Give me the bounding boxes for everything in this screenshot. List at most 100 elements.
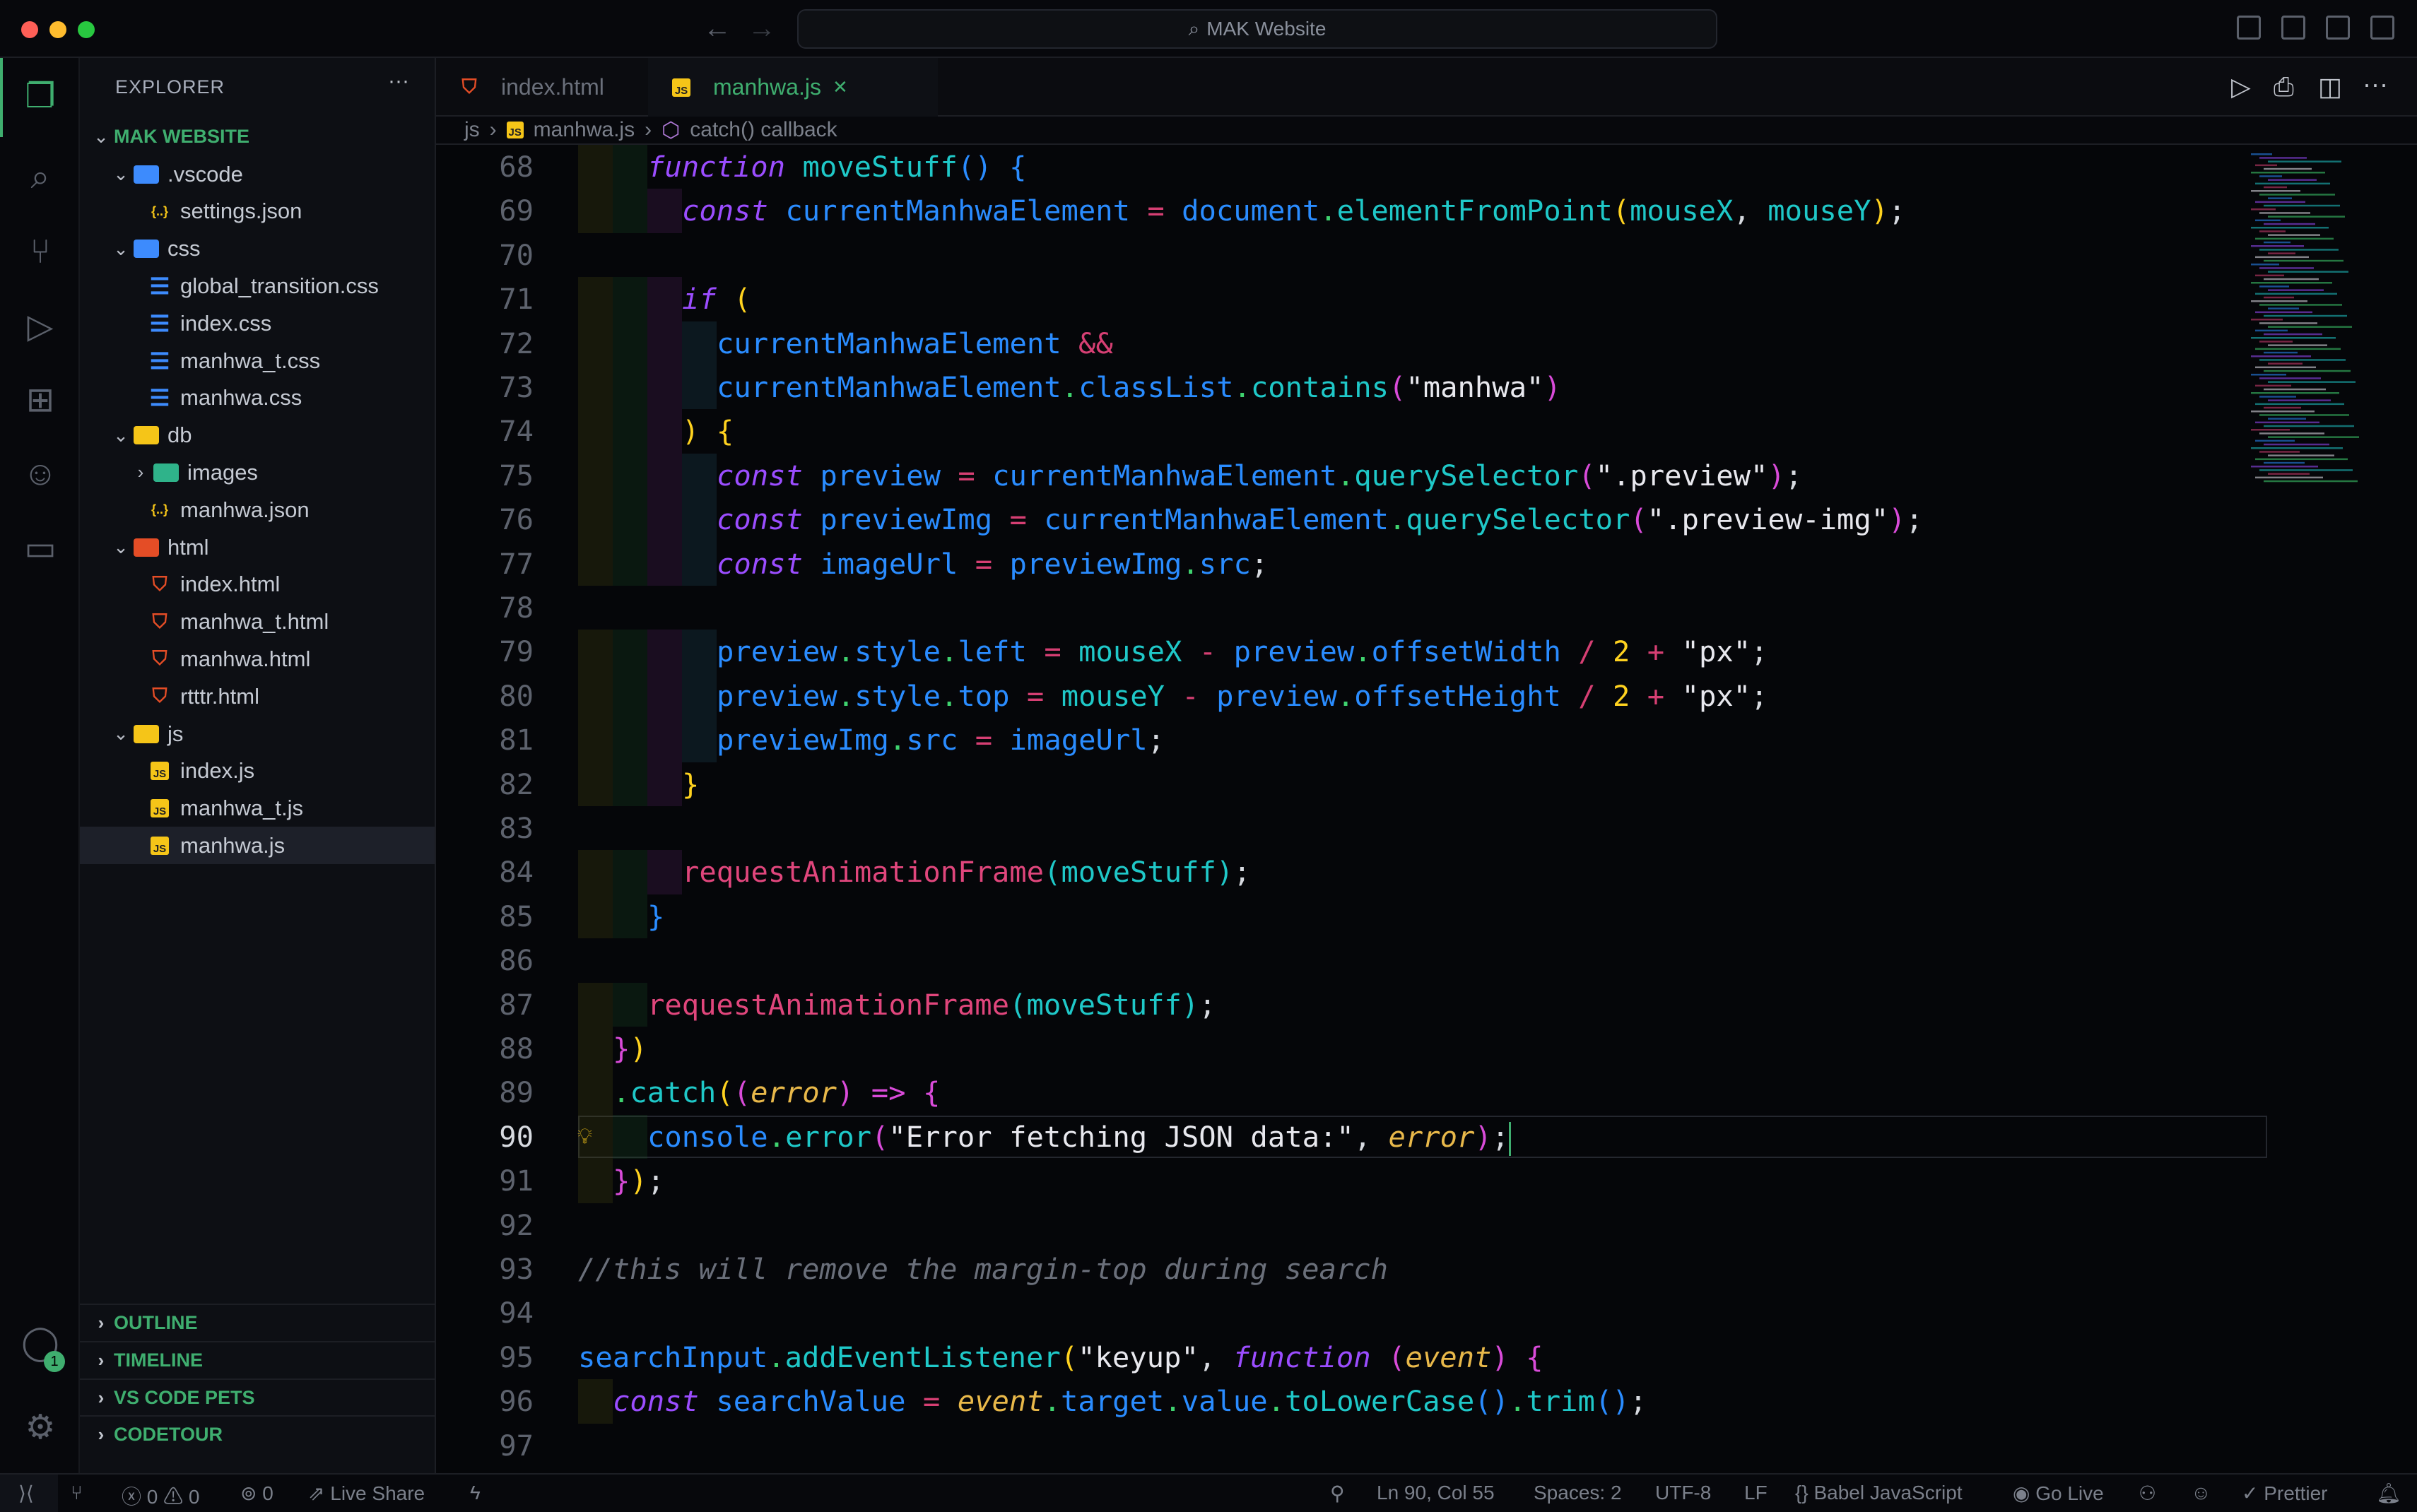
tree-item[interactable]: {..} manhwa.json — [80, 491, 435, 528]
code-line[interactable]: 93 //this will remove the margin-top duri… — [436, 1247, 2274, 1291]
feedback-icon[interactable]: ⚇ — [2139, 1482, 2156, 1505]
notifications-bell-icon[interactable]: 🔔︎ — [2376, 1482, 2401, 1505]
tree-item[interactable]: ☰ manhwa_t.css — [80, 342, 435, 379]
tree-item[interactable]: ⌄ db — [80, 417, 435, 454]
tree-item[interactable]: ⛉ manhwa.html — [80, 640, 435, 678]
code-line[interactable]: 92 — [436, 1203, 2274, 1247]
panel-outline[interactable]: › OUTLINE — [80, 1304, 435, 1341]
tree-item[interactable]: ⌄ js — [80, 715, 435, 752]
panel-timeline[interactable]: › TIMELINE — [80, 1340, 435, 1378]
search-icon[interactable]: ⌕ — [20, 157, 61, 198]
code-line[interactable]: 74) { — [436, 409, 2274, 454]
panel-codetour[interactable]: › CODETOUR — [80, 1415, 435, 1453]
tree-item[interactable]: ⛉ rtttr.html — [80, 678, 435, 715]
split-editor-icon[interactable]: ◫ — [2318, 72, 2342, 102]
minimize-window-button[interactable] — [49, 21, 66, 38]
tree-item[interactable]: ⌄ css — [80, 230, 435, 268]
run-debug-icon[interactable]: ▷ — [20, 307, 61, 348]
tree-item[interactable]: JS manhwa_t.js — [80, 790, 435, 827]
remote-icon[interactable]: ⟩⟨ — [18, 1482, 34, 1505]
toggle-panel-icon[interactable] — [2281, 16, 2305, 40]
code-line[interactable]: 87 requestAnimationFrame(moveStuff); — [436, 982, 2274, 1027]
code-line[interactable]: 83 — [436, 806, 2274, 850]
tree-item[interactable]: ☰ index.css — [80, 305, 435, 342]
tree-item[interactable]: ⌄ html — [80, 528, 435, 566]
code-line[interactable]: 80 preview.style.top = mouseY - preview.o… — [436, 673, 2274, 719]
code-line[interactable]: 91}); — [436, 1159, 2274, 1203]
code-line[interactable]: 73 currentManhwaElement.classList.contain… — [436, 365, 2274, 410]
copilot-icon[interactable]: ☺ — [20, 454, 61, 495]
code-line[interactable]: 72 currentManhwaElement && — [436, 321, 2274, 365]
tree-item[interactable]: {..} settings.json — [80, 193, 435, 230]
code-line[interactable]: 95 searchInput.addEventListener("keyup", … — [436, 1335, 2274, 1379]
remote-explorer-icon[interactable]: ▭ — [20, 528, 61, 569]
tree-item[interactable]: JS index.js — [80, 752, 435, 790]
source-control-icon[interactable]: ⑂ — [20, 232, 61, 273]
breadcrumb-js[interactable]: js — [464, 118, 480, 142]
code-editor[interactable]: 68 function moveStuff() {69 const currentM… — [436, 145, 2417, 1473]
tree-item[interactable]: ⛉ index.html — [80, 566, 435, 603]
close-tab-icon[interactable]: ✕ — [833, 76, 848, 98]
problems-indicator[interactable]: ⓧ 0 ⚠ 0 — [122, 1482, 200, 1510]
lightning-icon[interactable]: ϟ — [470, 1482, 481, 1504]
code-line[interactable]: 76 const previewImg = currentManhwaElemen… — [436, 497, 2274, 542]
print-icon[interactable]: ⎙ — [2274, 72, 2294, 102]
close-window-button[interactable] — [21, 21, 38, 38]
tree-item[interactable]: ⛉ manhwa_t.html — [80, 603, 435, 641]
breadcrumb-symbol[interactable]: catch() callback — [690, 118, 837, 142]
forward-arrow-icon[interactable]: → — [748, 13, 776, 45]
code-line[interactable]: 97 — [436, 1424, 2274, 1467]
more-actions-button[interactable]: ··· — [388, 69, 409, 93]
explorer-icon[interactable]: ❐ — [20, 76, 61, 117]
code-line[interactable]: 79 preview.style.left = mouseX - preview.… — [436, 630, 2274, 674]
minimap[interactable] — [2251, 153, 2364, 492]
ports-indicator[interactable]: ⊚ 0 — [240, 1482, 274, 1505]
maximize-window-button[interactable] — [78, 21, 95, 38]
toggle-sidebar-icon[interactable] — [2237, 16, 2261, 40]
tree-item[interactable]: ☰ global_transition.css — [80, 267, 435, 305]
end-of-line[interactable]: LF — [1744, 1482, 1768, 1504]
prettier-button[interactable]: ✓ Prettier — [2242, 1482, 2328, 1505]
code-line[interactable]: 69 const currentManhwaElement = document.… — [436, 189, 2274, 233]
panel-vs-code-pets[interactable]: › VS CODE PETS — [80, 1378, 435, 1416]
tab-index-html[interactable]: ⛉ index.html — [436, 58, 648, 117]
tree-item[interactable]: JS manhwa.js — [80, 827, 435, 865]
code-line[interactable]: 70 — [436, 233, 2274, 277]
code-line[interactable]: 94 — [436, 1291, 2274, 1335]
live-share-button[interactable]: ⇗ Live Share — [308, 1482, 425, 1505]
language-mode[interactable]: {} Babel JavaScript — [1795, 1482, 1963, 1504]
settings-gear-icon[interactable]: ⚙ — [20, 1407, 61, 1448]
run-icon[interactable]: ▷ — [2231, 72, 2251, 102]
more-actions-icon[interactable]: ··· — [2363, 69, 2388, 99]
source-control-icon[interactable]: ⑂ — [71, 1482, 83, 1504]
code-line[interactable]: 84 requestAnimationFrame(moveStuff); — [436, 850, 2274, 894]
breadcrumb-file[interactable]: manhwa.js — [534, 118, 635, 142]
tab-manhwa-js[interactable]: JS manhwa.js ✕ — [648, 58, 938, 117]
code-line[interactable]: 68 function moveStuff() { — [436, 145, 2274, 189]
code-line[interactable]: 88}) — [436, 1027, 2274, 1071]
extensions-icon[interactable]: ⊞ — [20, 380, 61, 421]
cursor-position[interactable]: Ln 90, Col 55 — [1377, 1482, 1495, 1504]
indentation[interactable]: Spaces: 2 — [1534, 1482, 1622, 1504]
code-line[interactable]: 86 — [436, 938, 2274, 982]
tree-item[interactable]: › images — [80, 454, 435, 491]
code-line[interactable]: 82} — [436, 762, 2274, 806]
explorer-root-folder[interactable]: ⌄ MAK WEBSITE — [80, 118, 435, 155]
tree-item[interactable]: ☰ manhwa.css — [80, 379, 435, 417]
code-line[interactable]: 75 const preview = currentManhwaElement.q… — [436, 453, 2274, 498]
code-line[interactable]: 90 💡︎ console.error("Error fetching JSON d… — [436, 1114, 2274, 1159]
code-line[interactable]: 78 — [436, 586, 2274, 630]
pin-icon[interactable]: ⚲ — [1330, 1482, 1345, 1505]
copilot-icon[interactable]: ☺ — [2191, 1482, 2211, 1504]
code-line[interactable]: 71 if ( — [436, 277, 2274, 321]
command-center-search[interactable]: ⌕ MAK Website — [797, 9, 1717, 49]
encoding[interactable]: UTF-8 — [1655, 1482, 1711, 1504]
go-live-button[interactable]: ◉ Go Live — [2013, 1482, 2104, 1505]
code-line[interactable]: 85} — [436, 894, 2274, 939]
lightbulb-icon[interactable]: 💡︎ — [577, 1115, 592, 1159]
back-arrow-icon[interactable]: ← — [703, 13, 731, 45]
code-line[interactable]: 77 const imageUrl = previewImg.src; — [436, 541, 2274, 586]
toggle-secondary-sidebar-icon[interactable] — [2326, 16, 2350, 40]
tree-item[interactable]: ⌄ .vscode — [80, 155, 435, 193]
code-line[interactable]: 89 .catch((error) => { — [436, 1070, 2274, 1115]
